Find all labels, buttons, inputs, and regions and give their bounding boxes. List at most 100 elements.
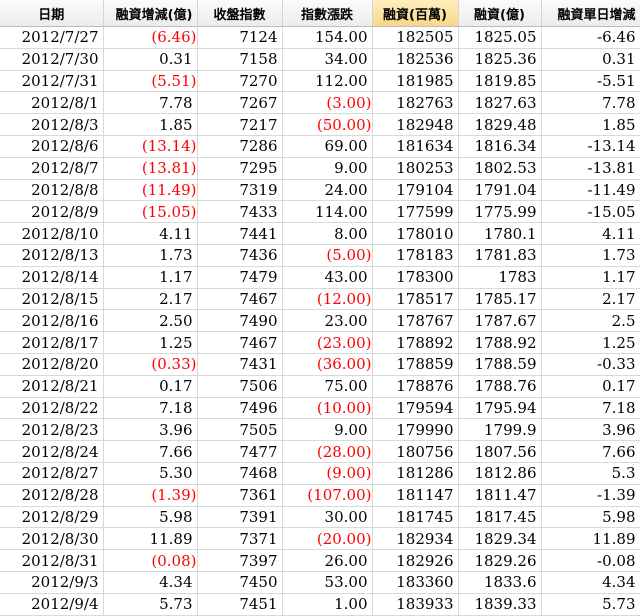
daily-change-cell[interactable]: 1.25 (541, 331, 640, 354)
date-cell[interactable]: 2012/8/9 (0, 200, 104, 224)
margin-change-cell[interactable]: (11.49) (103, 179, 198, 202)
index-change-cell[interactable]: 9.00 (282, 157, 373, 180)
column-header-margin-100m[interactable]: 融資(億) (458, 0, 542, 27)
index-change-cell[interactable]: 1.00 (282, 593, 373, 616)
margin-100m-cell[interactable]: 1781.83 (458, 244, 542, 267)
daily-change-cell[interactable]: 2.17 (541, 288, 640, 311)
margin-change-cell[interactable]: 3.96 (103, 418, 198, 442)
column-header-date[interactable]: 日期 (0, 0, 104, 27)
margin-change-cell[interactable]: 4.34 (103, 571, 198, 594)
margin-million-cell[interactable]: 181286 (372, 462, 459, 485)
column-header-index-change[interactable]: 指數漲跌 (282, 0, 373, 27)
date-cell[interactable]: 2012/8/27 (0, 462, 104, 485)
margin-million-cell[interactable]: 181147 (372, 484, 459, 507)
index-change-cell[interactable]: 114.00 (282, 200, 373, 224)
margin-million-cell[interactable]: 178183 (372, 244, 459, 267)
margin-100m-cell[interactable]: 1787.67 (458, 309, 542, 333)
margin-change-cell[interactable]: 4.11 (103, 222, 198, 245)
close-index-cell[interactable]: 7361 (197, 484, 283, 507)
index-change-cell[interactable]: 23.00 (282, 309, 373, 333)
margin-million-cell[interactable]: 180756 (372, 440, 459, 463)
margin-100m-cell[interactable]: 1819.85 (458, 70, 542, 93)
index-change-cell[interactable]: (28.00) (282, 440, 373, 463)
margin-change-cell[interactable]: 1.25 (103, 331, 198, 354)
index-change-cell[interactable]: (50.00) (282, 113, 373, 136)
margin-million-cell[interactable]: 183360 (372, 571, 459, 594)
column-header-margin-change[interactable]: 融資增減(億) (103, 0, 198, 27)
daily-change-cell[interactable]: 1.73 (541, 244, 640, 267)
date-cell[interactable]: 2012/8/20 (0, 353, 104, 376)
index-change-cell[interactable]: 154.00 (282, 26, 373, 49)
close-index-cell[interactable]: 7451 (197, 593, 283, 616)
daily-change-cell[interactable]: 7.78 (541, 91, 640, 115)
daily-change-cell[interactable]: -11.49 (541, 179, 640, 202)
daily-change-cell[interactable]: 2.5 (541, 309, 640, 333)
date-cell[interactable]: 2012/9/4 (0, 593, 104, 616)
margin-change-cell[interactable]: (5.51) (103, 70, 198, 93)
daily-change-cell[interactable]: 0.31 (541, 48, 640, 71)
close-index-cell[interactable]: 7496 (197, 397, 283, 420)
close-index-cell[interactable]: 7270 (197, 70, 283, 93)
daily-change-cell[interactable]: 1.85 (541, 113, 640, 136)
index-change-cell[interactable]: (5.00) (282, 244, 373, 267)
margin-million-cell[interactable]: 181745 (372, 506, 459, 529)
close-index-cell[interactable]: 7441 (197, 222, 283, 245)
margin-million-cell[interactable]: 182948 (372, 113, 459, 136)
margin-million-cell[interactable]: 178892 (372, 331, 459, 354)
date-cell[interactable]: 2012/8/30 (0, 527, 104, 551)
margin-100m-cell[interactable]: 1788.76 (458, 375, 542, 398)
close-index-cell[interactable]: 7217 (197, 113, 283, 136)
margin-100m-cell[interactable]: 1816.34 (458, 135, 542, 158)
index-change-cell[interactable]: (23.00) (282, 331, 373, 354)
margin-change-cell[interactable]: 1.73 (103, 244, 198, 267)
margin-million-cell[interactable]: 182934 (372, 527, 459, 551)
index-change-cell[interactable]: (10.00) (282, 397, 373, 420)
margin-100m-cell[interactable]: 1829.34 (458, 527, 542, 551)
margin-million-cell[interactable]: 181985 (372, 70, 459, 93)
margin-change-cell[interactable]: 0.17 (103, 375, 198, 398)
margin-million-cell[interactable]: 178300 (372, 266, 459, 289)
close-index-cell[interactable]: 7505 (197, 418, 283, 442)
column-header-daily-change[interactable]: 融資單日增減 (541, 0, 640, 27)
daily-change-cell[interactable]: -0.33 (541, 353, 640, 376)
date-cell[interactable]: 2012/8/22 (0, 397, 104, 420)
daily-change-cell[interactable]: -5.51 (541, 70, 640, 93)
margin-change-cell[interactable]: (15.05) (103, 200, 198, 224)
margin-change-cell[interactable]: 1.85 (103, 113, 198, 136)
date-cell[interactable]: 2012/8/15 (0, 288, 104, 311)
close-index-cell[interactable]: 7506 (197, 375, 283, 398)
daily-change-cell[interactable]: 0.17 (541, 375, 640, 398)
date-cell[interactable]: 2012/8/8 (0, 179, 104, 202)
margin-million-cell[interactable]: 183933 (372, 593, 459, 616)
index-change-cell[interactable]: (12.00) (282, 288, 373, 311)
daily-change-cell[interactable]: 4.11 (541, 222, 640, 245)
margin-million-cell[interactable]: 178767 (372, 309, 459, 333)
index-change-cell[interactable]: 43.00 (282, 266, 373, 289)
date-cell[interactable]: 2012/8/31 (0, 549, 104, 572)
date-cell[interactable]: 2012/8/21 (0, 375, 104, 398)
index-change-cell[interactable]: (9.00) (282, 462, 373, 485)
date-cell[interactable]: 2012/7/30 (0, 48, 104, 71)
margin-100m-cell[interactable]: 1788.92 (458, 331, 542, 354)
margin-100m-cell[interactable]: 1825.36 (458, 48, 542, 71)
index-change-cell[interactable]: 112.00 (282, 70, 373, 93)
margin-change-cell[interactable]: 1.17 (103, 266, 198, 289)
margin-million-cell[interactable]: 180253 (372, 157, 459, 180)
date-cell[interactable]: 2012/8/7 (0, 157, 104, 180)
daily-change-cell[interactable]: -13.81 (541, 157, 640, 180)
margin-change-cell[interactable]: 5.73 (103, 593, 198, 616)
close-index-cell[interactable]: 7433 (197, 200, 283, 224)
margin-change-cell[interactable]: 7.66 (103, 440, 198, 463)
margin-100m-cell[interactable]: 1829.26 (458, 549, 542, 572)
daily-change-cell[interactable]: -6.46 (541, 26, 640, 49)
close-index-cell[interactable]: 7431 (197, 353, 283, 376)
daily-change-cell[interactable]: 5.3 (541, 462, 640, 485)
margin-100m-cell[interactable]: 1833.6 (458, 571, 542, 594)
daily-change-cell[interactable]: -1.39 (541, 484, 640, 507)
daily-change-cell[interactable]: 7.18 (541, 397, 640, 420)
margin-100m-cell[interactable]: 1783 (458, 266, 542, 289)
date-cell[interactable]: 2012/8/28 (0, 484, 104, 507)
margin-million-cell[interactable]: 182926 (372, 549, 459, 572)
margin-million-cell[interactable]: 179990 (372, 418, 459, 442)
margin-change-cell[interactable]: 0.31 (103, 48, 198, 71)
